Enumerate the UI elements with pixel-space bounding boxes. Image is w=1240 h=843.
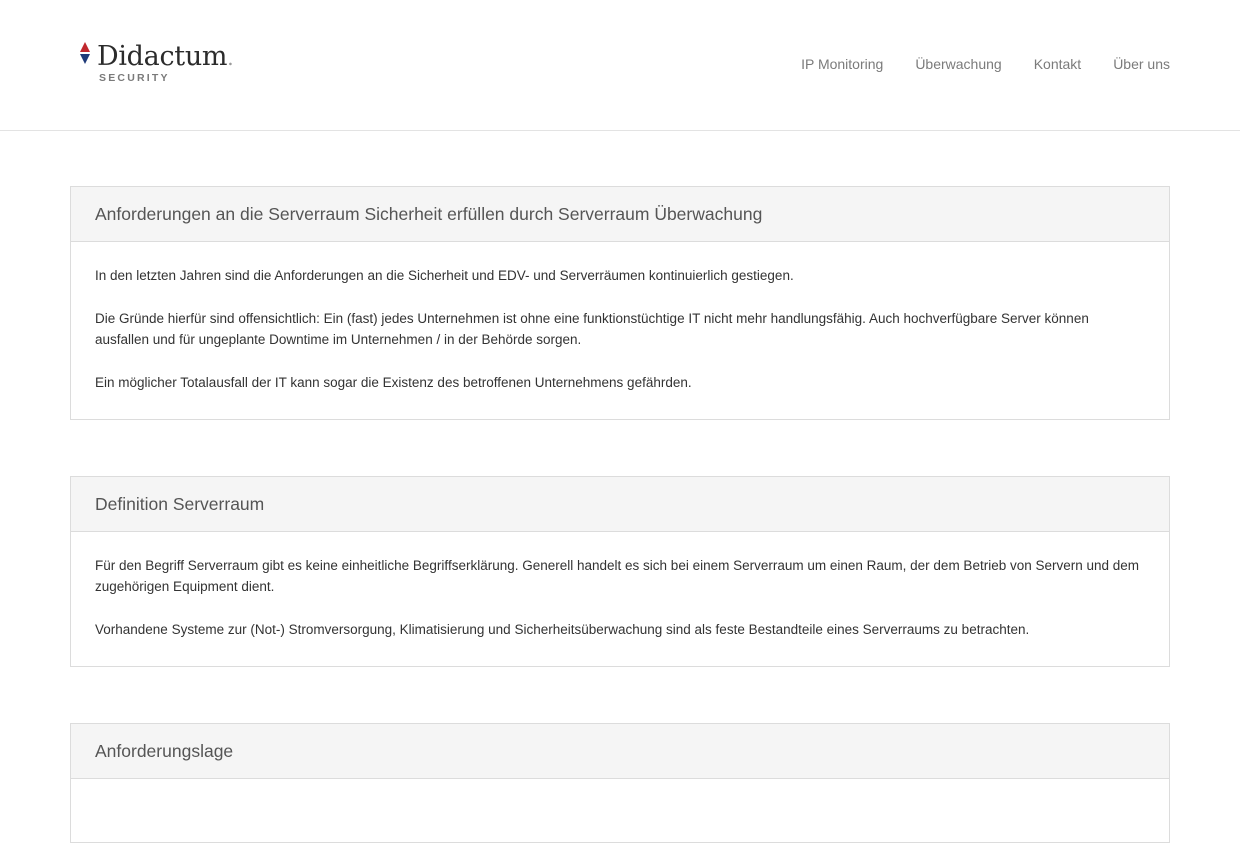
panel-definition-serverraum: Definition Serverraum Für den Begriff Se… [70,476,1170,667]
panel-anforderungslage: Anforderungslage [70,723,1170,843]
panel-body: In den letzten Jahren sind die Anforderu… [71,242,1169,419]
paragraph: Ein möglicher Totalausfall der IT kann s… [95,375,692,390]
nav-item-ueberwachung[interactable]: Überwachung [915,54,1001,76]
panel-header: Anforderungen an die Serverraum Sicherhe… [71,187,1169,242]
panel-body [71,779,1169,816]
paragraph: Die Gründe hierfür sind offensichtlich: … [95,311,1089,347]
paragraph: In den letzten Jahren sind die Anforderu… [95,268,794,283]
site-header: Didactum. SECURITY IP Monitoring Überwac… [0,0,1240,131]
nav-item-kontakt[interactable]: Kontakt [1034,54,1081,76]
logo-tagline: SECURITY [99,72,170,84]
panel-title: Definition Serverraum [95,493,265,514]
panel-header: Anforderungslage [71,724,1169,779]
nav-item-ueber-uns[interactable]: Über uns [1113,54,1170,76]
logo-wordmark: Didactum. [97,41,234,72]
main-navigation: IP Monitoring Überwachung Kontakt Über u… [801,54,1170,76]
panel-serverraum-sicherheit: Anforderungen an die Serverraum Sicherhe… [70,186,1170,420]
nav-item-ip-monitoring[interactable]: IP Monitoring [801,54,883,76]
panel-body: Für den Begriff Serverraum gibt es keine… [71,532,1169,666]
panel-title: Anforderungslage [95,740,234,761]
panel-header: Definition Serverraum [71,477,1169,532]
paragraph: Für den Begriff Serverraum gibt es keine… [95,558,1140,594]
panel-title: Anforderungen an die Serverraum Sicherhe… [95,203,763,224]
paragraph: Vorhandene Systeme zur (Not-) Stromverso… [95,622,1030,637]
didactum-logo[interactable]: Didactum. SECURITY [79,40,234,86]
logo-diamond-icon [80,42,90,64]
